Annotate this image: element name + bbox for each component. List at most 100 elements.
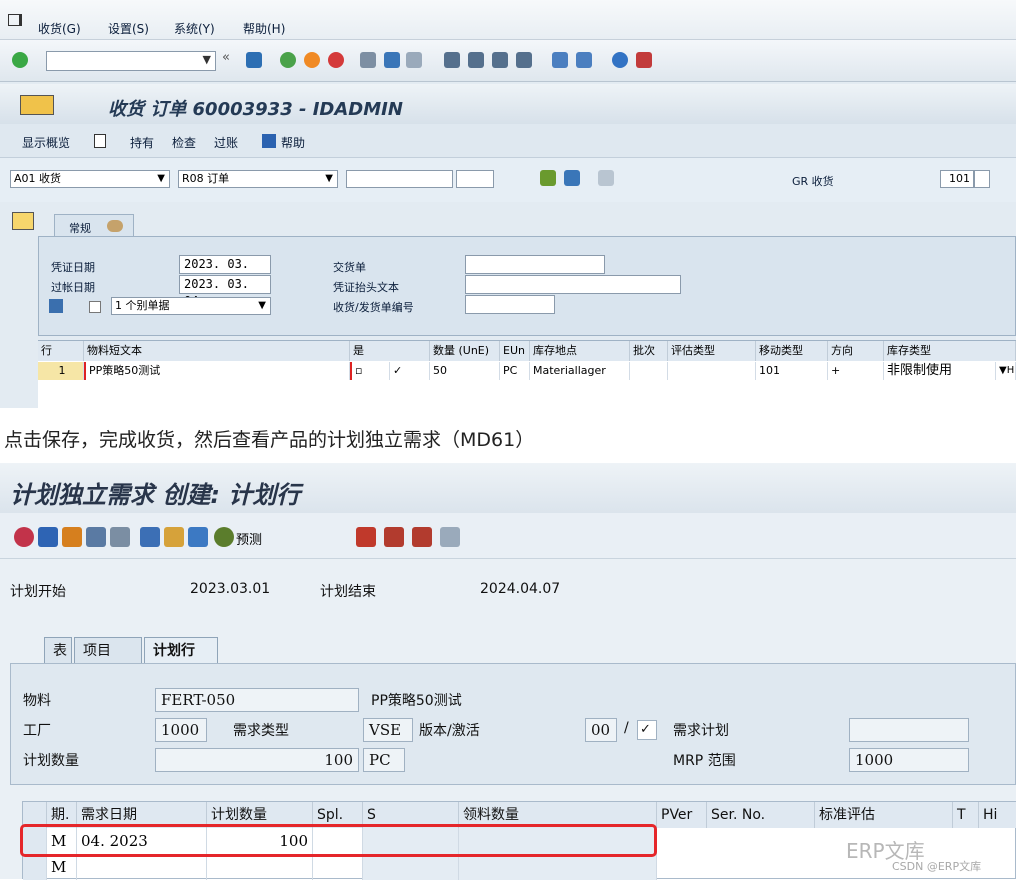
- row-short-text[interactable]: PP策略50测试: [84, 362, 350, 380]
- back-icon[interactable]: [280, 52, 296, 68]
- last-entry-icon[interactable]: [440, 527, 460, 547]
- column-settings-icon[interactable]: [598, 170, 614, 186]
- help-button[interactable]: 帮助: [281, 134, 305, 151]
- tab-general[interactable]: 常规: [54, 214, 134, 238]
- mrp-area-field[interactable]: 1000: [849, 748, 969, 772]
- col-movement-type[interactable]: 移动类型: [756, 341, 828, 361]
- tab-table[interactable]: 表: [44, 637, 72, 665]
- distribute-icon[interactable]: [164, 527, 184, 547]
- planned-quantity-field[interactable]: 100: [155, 748, 359, 772]
- material-field[interactable]: FERT-050: [155, 688, 359, 712]
- print-checkbox[interactable]: [89, 301, 101, 313]
- col-stock-type[interactable]: 库存类型: [884, 341, 1016, 361]
- sort-icon[interactable]: [62, 527, 82, 547]
- order-number-input[interactable]: [346, 170, 453, 188]
- shortcut-icon[interactable]: [576, 52, 592, 68]
- post-button[interactable]: 过账: [214, 134, 238, 151]
- row-unit[interactable]: PC: [500, 362, 530, 380]
- row-planned-qty[interactable]: [207, 854, 313, 880]
- detail-icon[interactable]: ▫: [350, 362, 390, 380]
- col-serial-no[interactable]: Ser. No.: [707, 802, 815, 828]
- menu-system[interactable]: 系统(Y): [174, 20, 215, 37]
- document-icon[interactable]: [20, 95, 54, 115]
- row-stock-type[interactable]: 非限制使用: [884, 362, 996, 380]
- delete-icon[interactable]: [86, 527, 106, 547]
- row-movement-type[interactable]: 101: [756, 362, 828, 380]
- check-button[interactable]: 检查: [172, 134, 196, 151]
- col-short-text[interactable]: 物料短文本: [84, 341, 350, 361]
- row-split[interactable]: [313, 854, 363, 880]
- slip-number-input[interactable]: [465, 295, 555, 314]
- layout-icon[interactable]: [636, 52, 652, 68]
- find-next-icon[interactable]: [406, 52, 422, 68]
- last-page-icon[interactable]: [516, 52, 532, 68]
- requirement-type-field[interactable]: VSE: [363, 718, 413, 742]
- order-item-input[interactable]: [456, 170, 494, 188]
- next-entry-icon[interactable]: [384, 527, 404, 547]
- columns-icon[interactable]: [110, 527, 130, 547]
- search-icon[interactable]: [564, 170, 580, 186]
- action-select[interactable]: A01 收货 ▼: [10, 170, 170, 188]
- menu-help[interactable]: 帮助(H): [243, 20, 285, 37]
- row-s[interactable]: [363, 854, 459, 880]
- previous-page-icon[interactable]: [468, 52, 484, 68]
- forecast-icon[interactable]: [214, 527, 234, 547]
- row-line-number[interactable]: 1: [38, 362, 84, 380]
- info-icon[interactable]: [262, 134, 276, 148]
- hold-button[interactable]: 持有: [130, 134, 154, 151]
- select-icon[interactable]: [356, 527, 376, 547]
- expand-header-icon[interactable]: [12, 212, 34, 230]
- cancel-icon[interactable]: [328, 52, 344, 68]
- doc-date-input[interactable]: 2023. 03. 04: [179, 255, 271, 288]
- show-overview-button[interactable]: 显示概览: [22, 134, 70, 151]
- new-document-icon[interactable]: [94, 134, 106, 148]
- col-direction[interactable]: 方向: [828, 341, 884, 361]
- help-icon[interactable]: [612, 52, 628, 68]
- edit-icon[interactable]: [140, 527, 160, 547]
- row-req-date[interactable]: [77, 854, 207, 880]
- previous-entry-icon[interactable]: [412, 527, 432, 547]
- reference-select[interactable]: R08 订单 ▼: [178, 170, 338, 188]
- row-selector[interactable]: [23, 854, 47, 880]
- planned-unit-field[interactable]: PC: [363, 748, 405, 772]
- row-quantity[interactable]: 50: [430, 362, 500, 380]
- exit-icon[interactable]: [304, 52, 320, 68]
- new-session-icon[interactable]: [552, 52, 568, 68]
- chevron-down-icon[interactable]: ▼: [203, 53, 211, 66]
- col-t[interactable]: T: [953, 802, 979, 828]
- movement-type-indicator[interactable]: [974, 170, 990, 188]
- double-chevron-left-icon[interactable]: «: [222, 50, 238, 66]
- execute-icon[interactable]: [540, 170, 556, 186]
- command-field[interactable]: ▼: [46, 51, 216, 71]
- active-checkbox[interactable]: ✓: [637, 720, 657, 740]
- header-icon[interactable]: [14, 527, 34, 547]
- plan-end-value[interactable]: 2024.04.07: [480, 581, 560, 597]
- movement-type-input[interactable]: 101: [940, 170, 974, 188]
- row-stock-type-dropdown[interactable]: ▼H: [996, 362, 1016, 380]
- menu-window-icon[interactable]: [8, 14, 22, 26]
- delivery-note-input[interactable]: [465, 255, 605, 274]
- slip-select[interactable]: 1 个别单据 ▼: [111, 297, 271, 315]
- col-line[interactable]: 行: [38, 341, 84, 361]
- version-field[interactable]: 00: [585, 718, 617, 742]
- calculator-icon[interactable]: [188, 527, 208, 547]
- forecast-button[interactable]: 预测: [236, 529, 262, 548]
- tab-items[interactable]: 项目: [74, 637, 142, 665]
- info-icon[interactable]: [38, 527, 58, 547]
- plan-start-value[interactable]: 2023.03.01: [190, 581, 270, 597]
- row-batch[interactable]: [630, 362, 668, 380]
- col-unit[interactable]: EUn: [500, 341, 530, 361]
- first-page-icon[interactable]: [444, 52, 460, 68]
- plant-field[interactable]: 1000: [155, 718, 207, 742]
- next-page-icon[interactable]: [492, 52, 508, 68]
- col-standard-eval[interactable]: 标准评估: [815, 802, 953, 828]
- col-storage-location[interactable]: 库存地点: [530, 341, 630, 361]
- printer-icon[interactable]: [49, 299, 63, 313]
- print-icon[interactable]: [360, 52, 376, 68]
- post-date-input[interactable]: 2023. 03. 04: [179, 275, 271, 308]
- row-storage-location[interactable]: Materiallager: [530, 362, 630, 380]
- header-text-input[interactable]: [465, 275, 681, 294]
- tab-schedule-lines[interactable]: 计划行: [144, 637, 218, 665]
- row-ok-checkbox[interactable]: ✓: [390, 362, 430, 380]
- col-valuation-type[interactable]: 评估类型: [668, 341, 756, 361]
